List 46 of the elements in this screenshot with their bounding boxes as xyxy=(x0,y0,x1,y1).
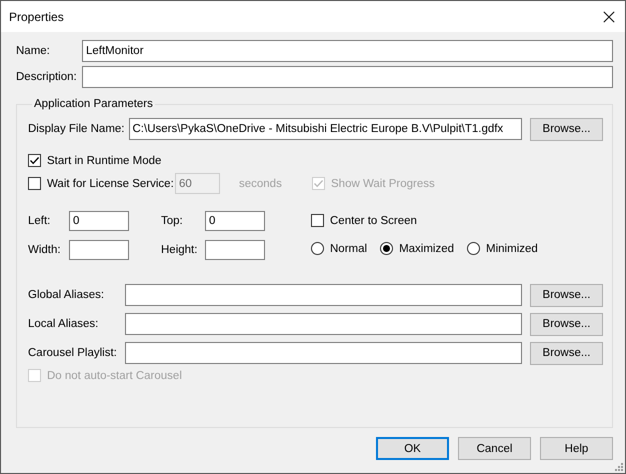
text-field[interactable] xyxy=(125,342,522,364)
field-label: Global Aliases: xyxy=(28,289,106,301)
resize-grip-icon[interactable] xyxy=(615,463,623,471)
browse-button[interactable]: Browse... xyxy=(530,312,603,336)
field-label: Carousel Playlist: xyxy=(28,347,118,359)
text-field[interactable]: LeftMonitor xyxy=(82,40,613,62)
close-icon[interactable] xyxy=(603,10,615,22)
browse-button[interactable]: Browse... xyxy=(530,118,603,140)
number-field[interactable]: 0 xyxy=(69,211,129,231)
unit-label: seconds xyxy=(239,178,283,190)
browse-button[interactable]: Browse... xyxy=(530,342,603,364)
browse-button[interactable]: Browse... xyxy=(530,284,603,306)
text-field[interactable] xyxy=(125,284,522,306)
radio-label: Normal xyxy=(330,242,368,254)
radio-label: Minimized xyxy=(486,242,538,254)
field-label: Height: xyxy=(161,244,198,256)
checkbox[interactable] xyxy=(28,154,41,167)
file-path-field[interactable]: C:\Users\PykaS\OneDrive - Mitsubishi Electric Europe B.V\Pulpit\T1.gdfx xyxy=(128,118,522,140)
dialog-button[interactable]: Cancel xyxy=(458,437,531,460)
number-field[interactable]: 0 xyxy=(205,211,265,231)
text-field[interactable] xyxy=(82,66,613,88)
dialog-button[interactable]: OK xyxy=(376,437,449,460)
checkbox-label: Show Wait Progress xyxy=(331,178,435,190)
field-label: Top: xyxy=(161,215,184,227)
checkbox[interactable] xyxy=(28,177,41,190)
text-field[interactable] xyxy=(125,313,522,335)
dialog-button[interactable]: Help xyxy=(540,437,613,460)
radio-button[interactable] xyxy=(311,242,324,255)
number-field[interactable] xyxy=(69,240,129,260)
radio-button[interactable] xyxy=(467,242,480,255)
checkbox-label: Center to Screen xyxy=(330,214,417,226)
field-label: Left: xyxy=(28,215,52,227)
number-field[interactable] xyxy=(205,240,265,260)
checkbox[interactable] xyxy=(311,214,324,227)
group-title: Application Parameters xyxy=(33,98,154,110)
checkbox-label: Wait for License Service: xyxy=(47,178,174,190)
field-label: Description: xyxy=(16,71,78,83)
radio-label: Maximized xyxy=(399,242,454,254)
field-label: Width: xyxy=(28,244,62,256)
window-title: Properties xyxy=(9,10,64,24)
radio-button[interactable] xyxy=(380,242,394,255)
field-label: Display File Name: xyxy=(28,123,124,135)
field-label: Local Aliases: xyxy=(28,318,100,330)
checkbox-label: Start in Runtime Mode xyxy=(47,154,162,166)
field-label: Name: xyxy=(16,45,51,57)
checkbox-label: Do not auto-start Carousel xyxy=(47,370,182,382)
